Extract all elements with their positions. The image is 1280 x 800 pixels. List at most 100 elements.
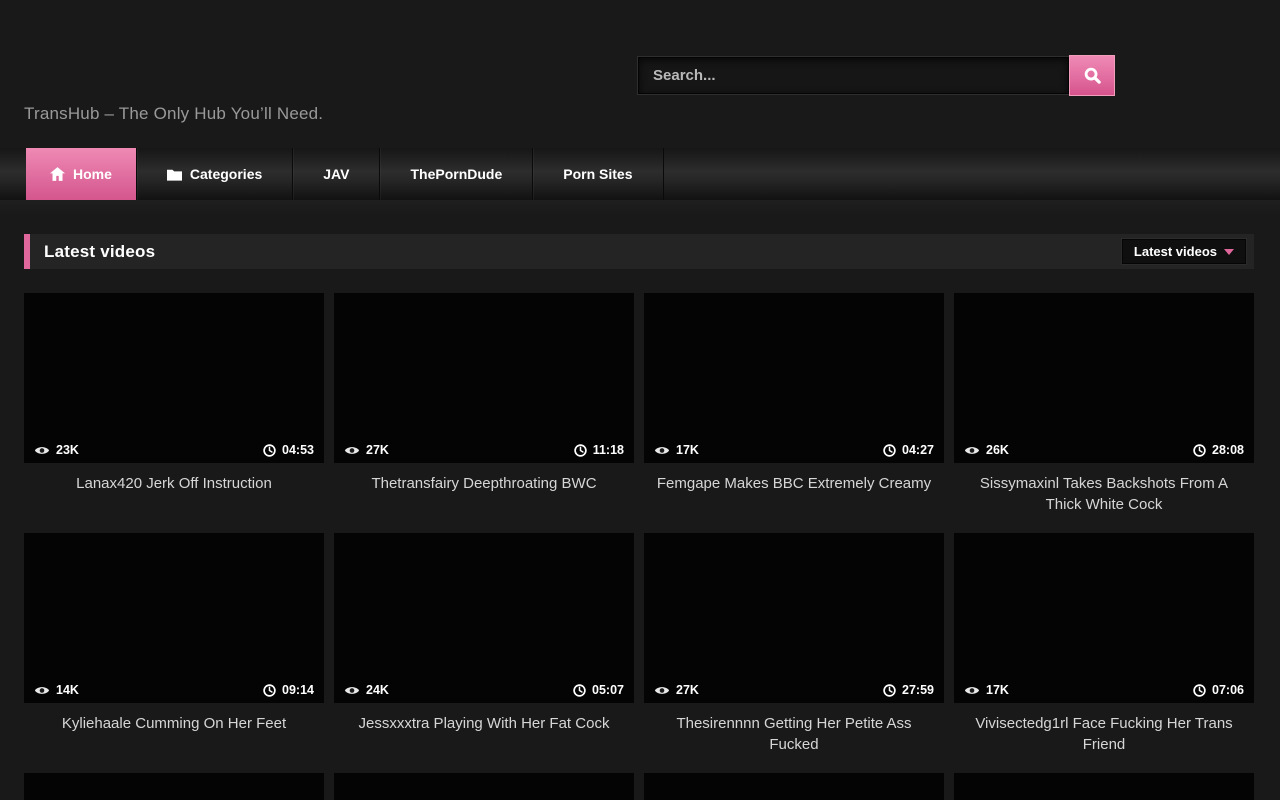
- nav-item-theporndude[interactable]: ThePornDude: [380, 148, 533, 200]
- video-thumbnail[interactable]: [334, 773, 634, 800]
- video-thumbnail[interactable]: 24K 05:07: [334, 533, 634, 703]
- search-button[interactable]: [1069, 55, 1115, 96]
- video-duration: 11:18: [593, 443, 624, 457]
- eye-icon: [344, 685, 360, 696]
- video-meta: 27K 27:59: [644, 677, 944, 703]
- video-card: 23K 04:53 Lanax420 Jerk Off Instruction: [24, 293, 324, 533]
- video-views-group: 17K: [654, 443, 699, 457]
- video-title[interactable]: Femgape Makes BBC Extremely Creamy: [644, 463, 944, 533]
- site-tagline: TransHub – The Only Hub You’ll Need.: [24, 104, 323, 124]
- video-duration-group: 28:08: [1193, 443, 1244, 457]
- caret-down-icon: [1224, 249, 1234, 255]
- nav-fade: [0, 200, 1280, 215]
- video-thumbnail[interactable]: 14K 09:14: [24, 533, 324, 703]
- nav-item-home[interactable]: Home: [26, 148, 137, 200]
- video-thumbnail[interactable]: [644, 773, 944, 800]
- video-title[interactable]: Jessxxxtra Playing With Her Fat Cock: [334, 703, 634, 773]
- video-duration: 07:06: [1212, 683, 1244, 697]
- video-thumbnail[interactable]: 27K 27:59: [644, 533, 944, 703]
- video-card: 26K 28:08 Sissymaxinl Takes Backshots Fr…: [954, 293, 1254, 533]
- video-views-group: 26K: [964, 443, 1009, 457]
- page: TransHub – The Only Hub You’ll Need. Hom…: [0, 0, 1280, 800]
- clock-icon: [883, 444, 896, 457]
- video-card: 17K 04:27 Femgape Makes BBC Extremely Cr…: [644, 293, 944, 533]
- section-title: Latest videos: [44, 242, 155, 262]
- video-thumbnail[interactable]: [954, 773, 1254, 800]
- nav-label: JAV: [323, 166, 349, 182]
- eye-icon: [34, 445, 50, 456]
- video-title[interactable]: Lanax420 Jerk Off Instruction: [24, 463, 324, 533]
- video-title[interactable]: Vivisectedg1rl Face Fucking Her Trans Fr…: [954, 703, 1254, 773]
- video-duration: 04:27: [902, 443, 934, 457]
- clock-icon: [574, 444, 587, 457]
- video-duration-group: 09:14: [263, 683, 314, 697]
- section-header: Latest videos Latest videos: [24, 234, 1254, 269]
- video-views: 23K: [56, 443, 79, 457]
- video-card: 14K 09:14 Kyliehaale Cumming On Her Feet: [24, 533, 324, 773]
- video-views-group: 14K: [34, 683, 79, 697]
- video-thumbnail[interactable]: 23K 04:53: [24, 293, 324, 463]
- search-icon: [1083, 66, 1102, 85]
- video-title[interactable]: Thesirennnn Getting Her Petite Ass Fucke…: [644, 703, 944, 773]
- video-thumbnail[interactable]: 17K 07:06: [954, 533, 1254, 703]
- clock-icon: [883, 684, 896, 697]
- eye-icon: [654, 445, 670, 456]
- video-thumbnail[interactable]: [24, 773, 324, 800]
- video-views-group: 17K: [964, 683, 1009, 697]
- eye-icon: [964, 685, 980, 696]
- video-views: 17K: [676, 443, 699, 457]
- video-card: [954, 773, 1254, 800]
- search-input[interactable]: [638, 57, 1069, 94]
- video-title[interactable]: Sissymaxinl Takes Backshots From A Thick…: [954, 463, 1254, 533]
- nav-item-jav[interactable]: JAV: [293, 148, 380, 200]
- main-nav: Home Categories JAV ThePornDude Porn Sit…: [0, 148, 1280, 200]
- video-duration: 27:59: [902, 683, 934, 697]
- sort-dropdown-label: Latest videos: [1134, 244, 1217, 259]
- video-duration-group: 27:59: [883, 683, 934, 697]
- site-header: TransHub – The Only Hub You’ll Need.: [0, 0, 1280, 148]
- video-meta: 27K 11:18: [334, 437, 634, 463]
- video-thumbnail[interactable]: 27K 11:18: [334, 293, 634, 463]
- clock-icon: [1193, 684, 1206, 697]
- sort-dropdown[interactable]: Latest videos: [1122, 239, 1246, 264]
- video-thumbnail[interactable]: 17K 04:27: [644, 293, 944, 463]
- nav-label: Home: [73, 166, 112, 182]
- folder-icon: [167, 168, 182, 181]
- video-duration-group: 11:18: [574, 443, 624, 457]
- clock-icon: [263, 684, 276, 697]
- eye-icon: [964, 445, 980, 456]
- video-card: [644, 773, 944, 800]
- eye-icon: [34, 685, 50, 696]
- video-views-group: 23K: [34, 443, 79, 457]
- eye-icon: [654, 685, 670, 696]
- nav-label: Porn Sites: [563, 166, 632, 182]
- video-title[interactable]: Thetransfairy Deepthroating BWC: [334, 463, 634, 533]
- video-views: 27K: [676, 683, 699, 697]
- video-views: 17K: [986, 683, 1009, 697]
- nav-label: Categories: [190, 166, 262, 182]
- video-meta: 17K 04:27: [644, 437, 944, 463]
- video-views: 14K: [56, 683, 79, 697]
- video-duration: 09:14: [282, 683, 314, 697]
- video-duration: 28:08: [1212, 443, 1244, 457]
- nav-item-categories[interactable]: Categories: [137, 148, 293, 200]
- video-views: 27K: [366, 443, 389, 457]
- video-thumbnail[interactable]: 26K 28:08: [954, 293, 1254, 463]
- video-views-group: 27K: [344, 443, 389, 457]
- video-card: 24K 05:07 Jessxxxtra Playing With Her Fa…: [334, 533, 634, 773]
- clock-icon: [573, 684, 586, 697]
- video-card: [24, 773, 324, 800]
- video-card: [334, 773, 634, 800]
- video-title[interactable]: Kyliehaale Cumming On Her Feet: [24, 703, 324, 773]
- nav-item-porn-sites[interactable]: Porn Sites: [533, 148, 663, 200]
- video-views: 26K: [986, 443, 1009, 457]
- video-grid: 23K 04:53 Lanax420 Jerk Off Instruction: [24, 293, 1254, 800]
- video-duration-group: 04:27: [883, 443, 934, 457]
- eye-icon: [344, 445, 360, 456]
- video-meta: 23K 04:53: [24, 437, 324, 463]
- video-meta: 17K 07:06: [954, 677, 1254, 703]
- video-duration-group: 07:06: [1193, 683, 1244, 697]
- video-card: 17K 07:06 Vivisectedg1rl Face Fucking He…: [954, 533, 1254, 773]
- video-card: 27K 11:18 Thetransfairy Deepthroating BW…: [334, 293, 634, 533]
- video-views-group: 24K: [344, 683, 389, 697]
